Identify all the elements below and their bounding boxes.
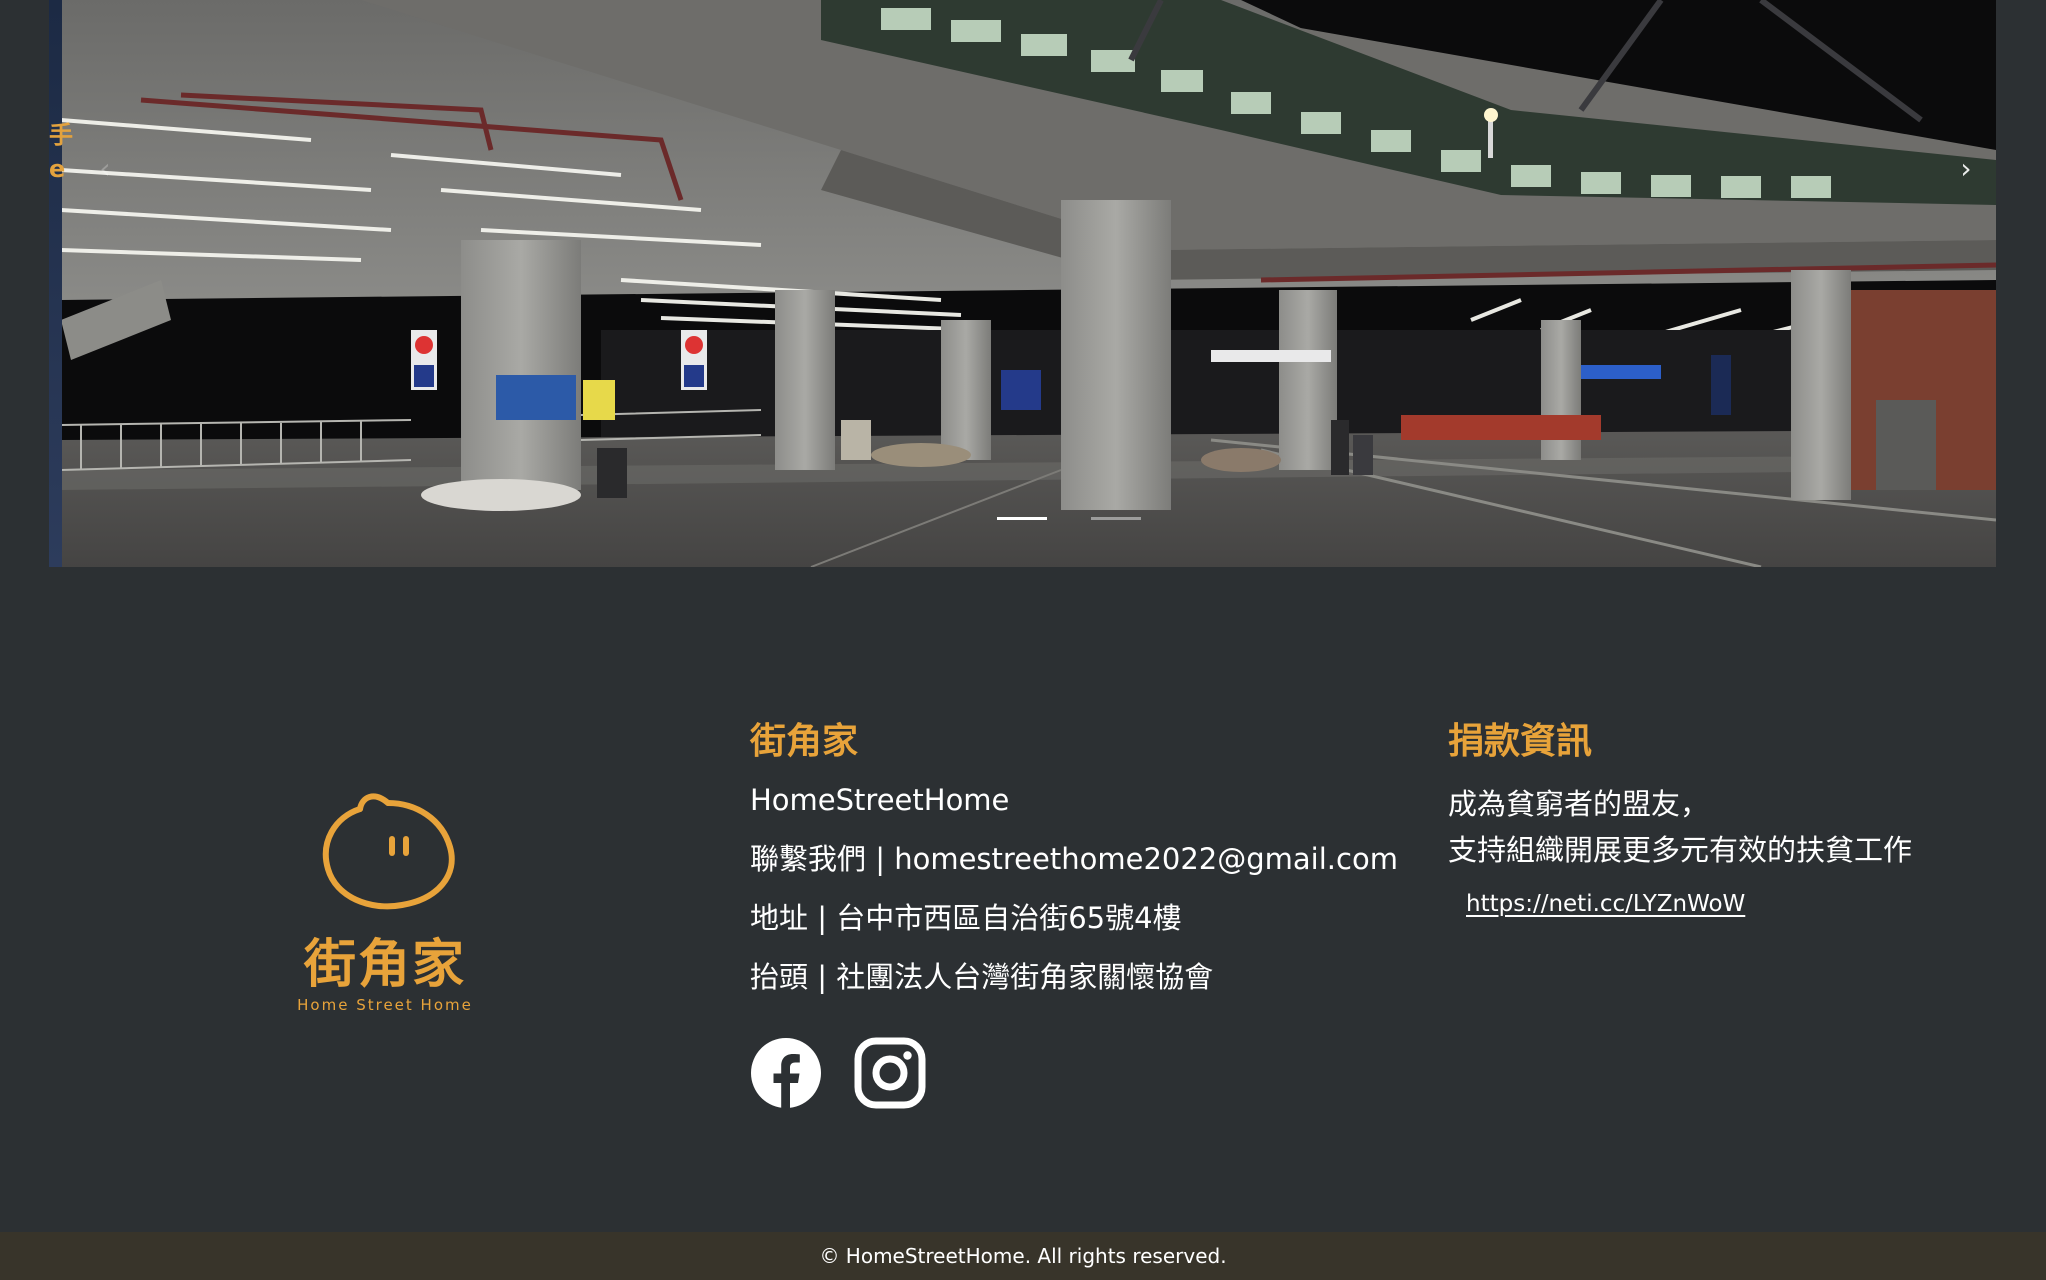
donation-title: 捐款資訊 <box>1448 721 1593 762</box>
copyright-text: © HomeStreetHome. All rights reserved. <box>819 1244 1227 1268</box>
previous-slide-peek-text: 手 e <box>49 121 73 183</box>
carousel-slide-photo <box>61 0 1996 567</box>
carousel-indicators <box>49 517 1996 520</box>
contact-title: 街角家 <box>750 721 859 762</box>
contact-email: 聯繫我們 | homestreethome2022@gmail.com <box>750 842 1398 876</box>
logo-english-text: Home Street Home <box>297 996 473 1014</box>
carousel-indicator-2[interactable] <box>1090 517 1141 520</box>
donation-text-line-1: 成為貧窮者的盟友， <box>1448 787 1710 821</box>
contact-org-title: 抬頭 | 社團法人台灣街角家關懷協會 <box>750 960 1214 994</box>
contact-column: 街角家 HomeStreetHome 聯繫我們 | homestreethome… <box>750 719 1398 1109</box>
chevron-left-icon: ‹ <box>99 151 111 185</box>
logo-chinese-text: 街角家 <box>303 935 466 995</box>
donation-text-line-2: 支持組織開展更多元有效的扶貧工作 <box>1448 833 1913 867</box>
logo-face-icon <box>322 793 455 910</box>
org-name: HomeStreetHome <box>750 783 1010 817</box>
social-links <box>750 1037 1390 1109</box>
hero-carousel: 手 e ‹ › <box>49 0 1996 567</box>
chevron-right-icon: › <box>1960 151 1972 185</box>
donation-column: 捐款資訊 成為貧窮者的盟友， 支持組織開展更多元有效的扶貧工作 https://… <box>1448 719 2008 917</box>
donation-link[interactable]: https://neti.cc/LYZnWoW <box>1466 891 1745 917</box>
facebook-icon[interactable] <box>750 1037 822 1109</box>
instagram-icon[interactable] <box>854 1037 926 1109</box>
site-footer: 街角家 Home Street Home 街角家 HomeStreetHome … <box>0 567 2046 1232</box>
copyright-bar: © HomeStreetHome. All rights reserved. <box>0 1232 2046 1280</box>
contact-address: 地址 | 台中市西區自治街65號4樓 <box>750 901 1182 935</box>
carousel-next-button[interactable]: › <box>1946 148 1986 188</box>
carousel-indicator-1[interactable] <box>996 517 1047 520</box>
brand-logo[interactable]: 街角家 Home Street Home <box>290 787 480 1017</box>
previous-slide-edge <box>49 0 62 567</box>
carousel-prev-button[interactable]: ‹ <box>85 148 125 188</box>
bus-station-night-photo <box>61 0 1996 567</box>
